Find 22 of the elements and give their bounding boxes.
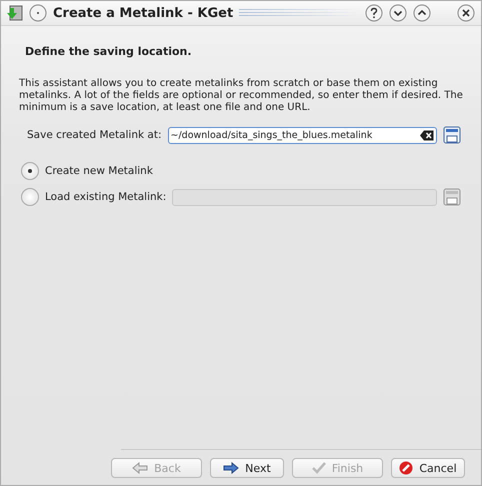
field-label: Save created Metalink at: bbox=[27, 129, 162, 141]
radio-button[interactable] bbox=[21, 162, 39, 180]
menu-icon[interactable] bbox=[29, 4, 47, 22]
save-icon[interactable] bbox=[443, 188, 461, 206]
checkmark-icon bbox=[312, 462, 326, 474]
download-app-icon bbox=[7, 5, 23, 21]
description-text: This assistant allows you to create metalinks from scratch or base them on existing metalinks. A lot of the fields are optional or recommended, so enter them if desired. The minimum is a save location, at least one file and one URL. bbox=[19, 78, 464, 114]
cancel-icon bbox=[399, 461, 414, 475]
help-icon[interactable] bbox=[365, 4, 383, 22]
option-label[interactable]: Create new Metalink bbox=[45, 165, 153, 177]
clear-icon[interactable] bbox=[420, 130, 434, 140]
window-title: Create a Metalink - KGet bbox=[53, 6, 234, 20]
right-arrow-icon bbox=[223, 462, 240, 474]
minimize-icon[interactable] bbox=[389, 4, 407, 22]
page-heading: Define the saving location. bbox=[25, 45, 193, 58]
next-button[interactable]: Next bbox=[210, 458, 284, 478]
maximize-icon[interactable] bbox=[413, 4, 431, 22]
cancel-button[interactable]: Cancel bbox=[391, 458, 465, 478]
save-icon[interactable] bbox=[443, 126, 461, 144]
left-arrow-icon bbox=[132, 462, 148, 474]
close-icon[interactable] bbox=[457, 4, 475, 22]
save-path-field[interactable]: ~/download/sita_sings_the_blues.metalink bbox=[168, 126, 437, 144]
